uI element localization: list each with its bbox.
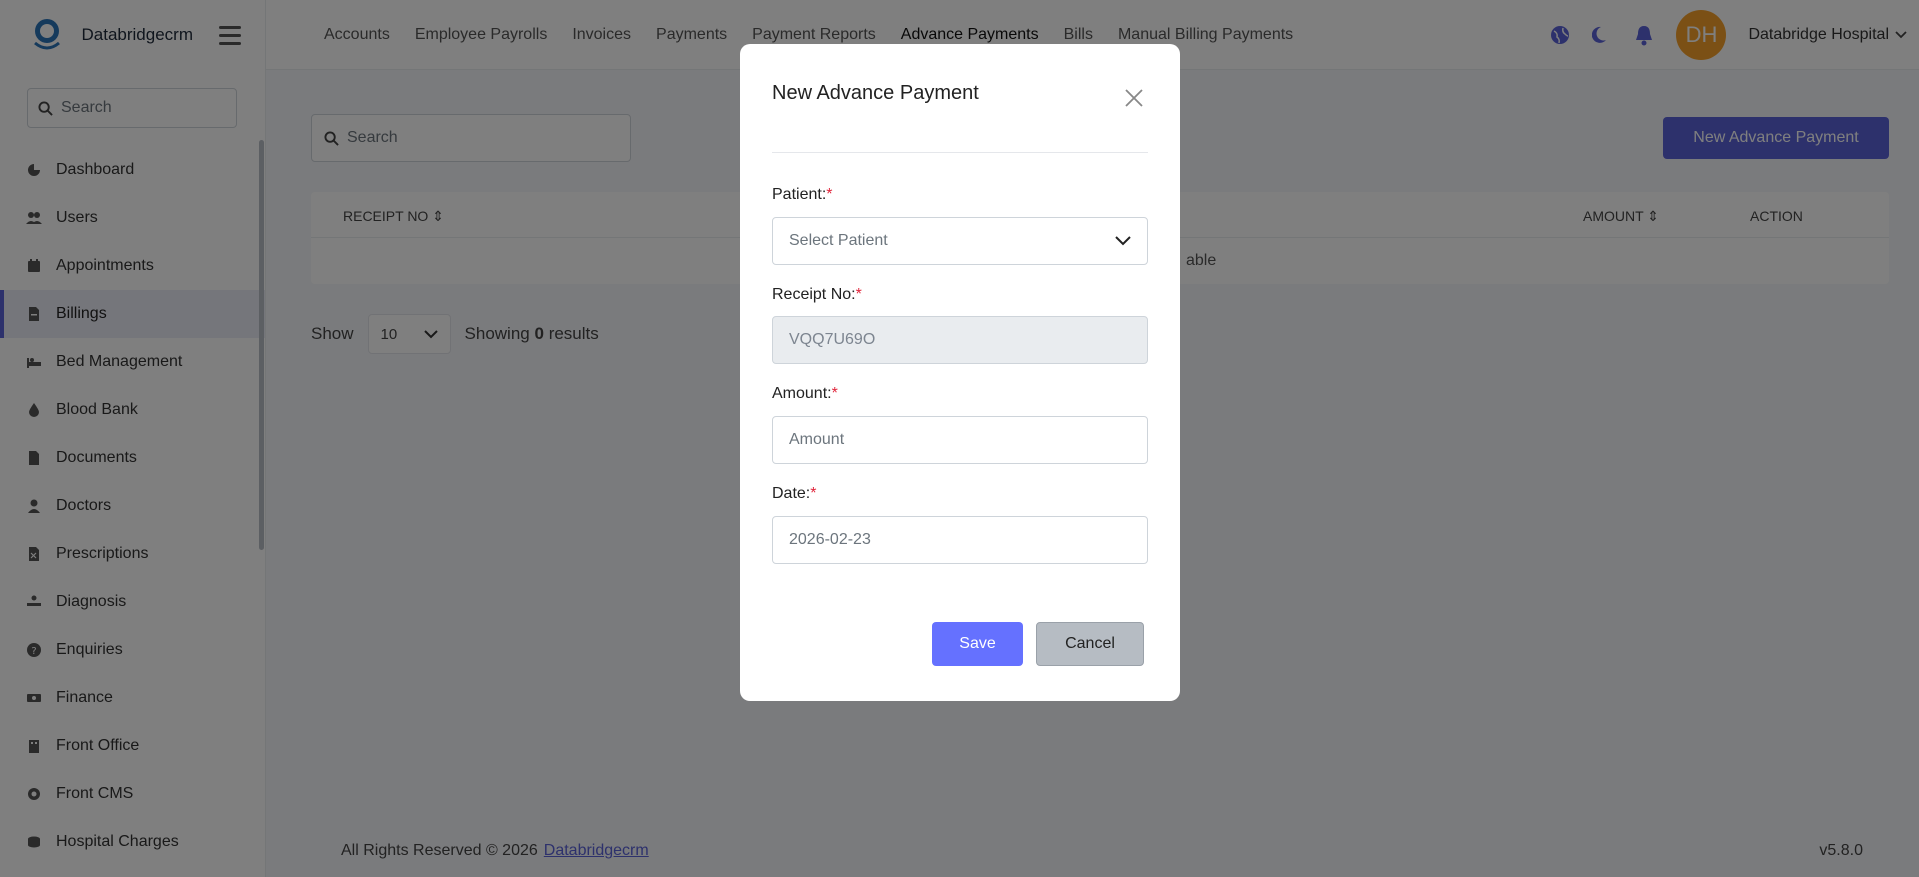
receipt-no-value: VQQ7U69O (789, 331, 876, 348)
amount-field[interactable]: Amount (772, 416, 1148, 464)
modal-divider (772, 152, 1148, 153)
modal-title: New Advance Payment (772, 82, 979, 104)
date-field[interactable]: 2026-02-23 (772, 516, 1148, 564)
new-advance-payment-modal: New Advance Payment Patient:* Select Pat… (740, 44, 1180, 701)
patient-select[interactable]: Select Patient (772, 217, 1148, 265)
close-icon[interactable] (1122, 86, 1146, 110)
patient-select-placeholder: Select Patient (789, 232, 888, 249)
receipt-no-field: VQQ7U69O (772, 316, 1148, 364)
date-value: 2026-02-23 (789, 531, 871, 548)
date-label: Date:* (772, 485, 817, 502)
amount-placeholder: Amount (789, 431, 845, 448)
patient-label: Patient:* (772, 186, 833, 203)
cancel-button[interactable]: Cancel (1036, 622, 1144, 666)
chevron-down-icon (1115, 236, 1131, 246)
receipt-no-label: Receipt No:* (772, 286, 862, 303)
save-button[interactable]: Save (932, 622, 1023, 666)
amount-label: Amount:* (772, 385, 838, 402)
